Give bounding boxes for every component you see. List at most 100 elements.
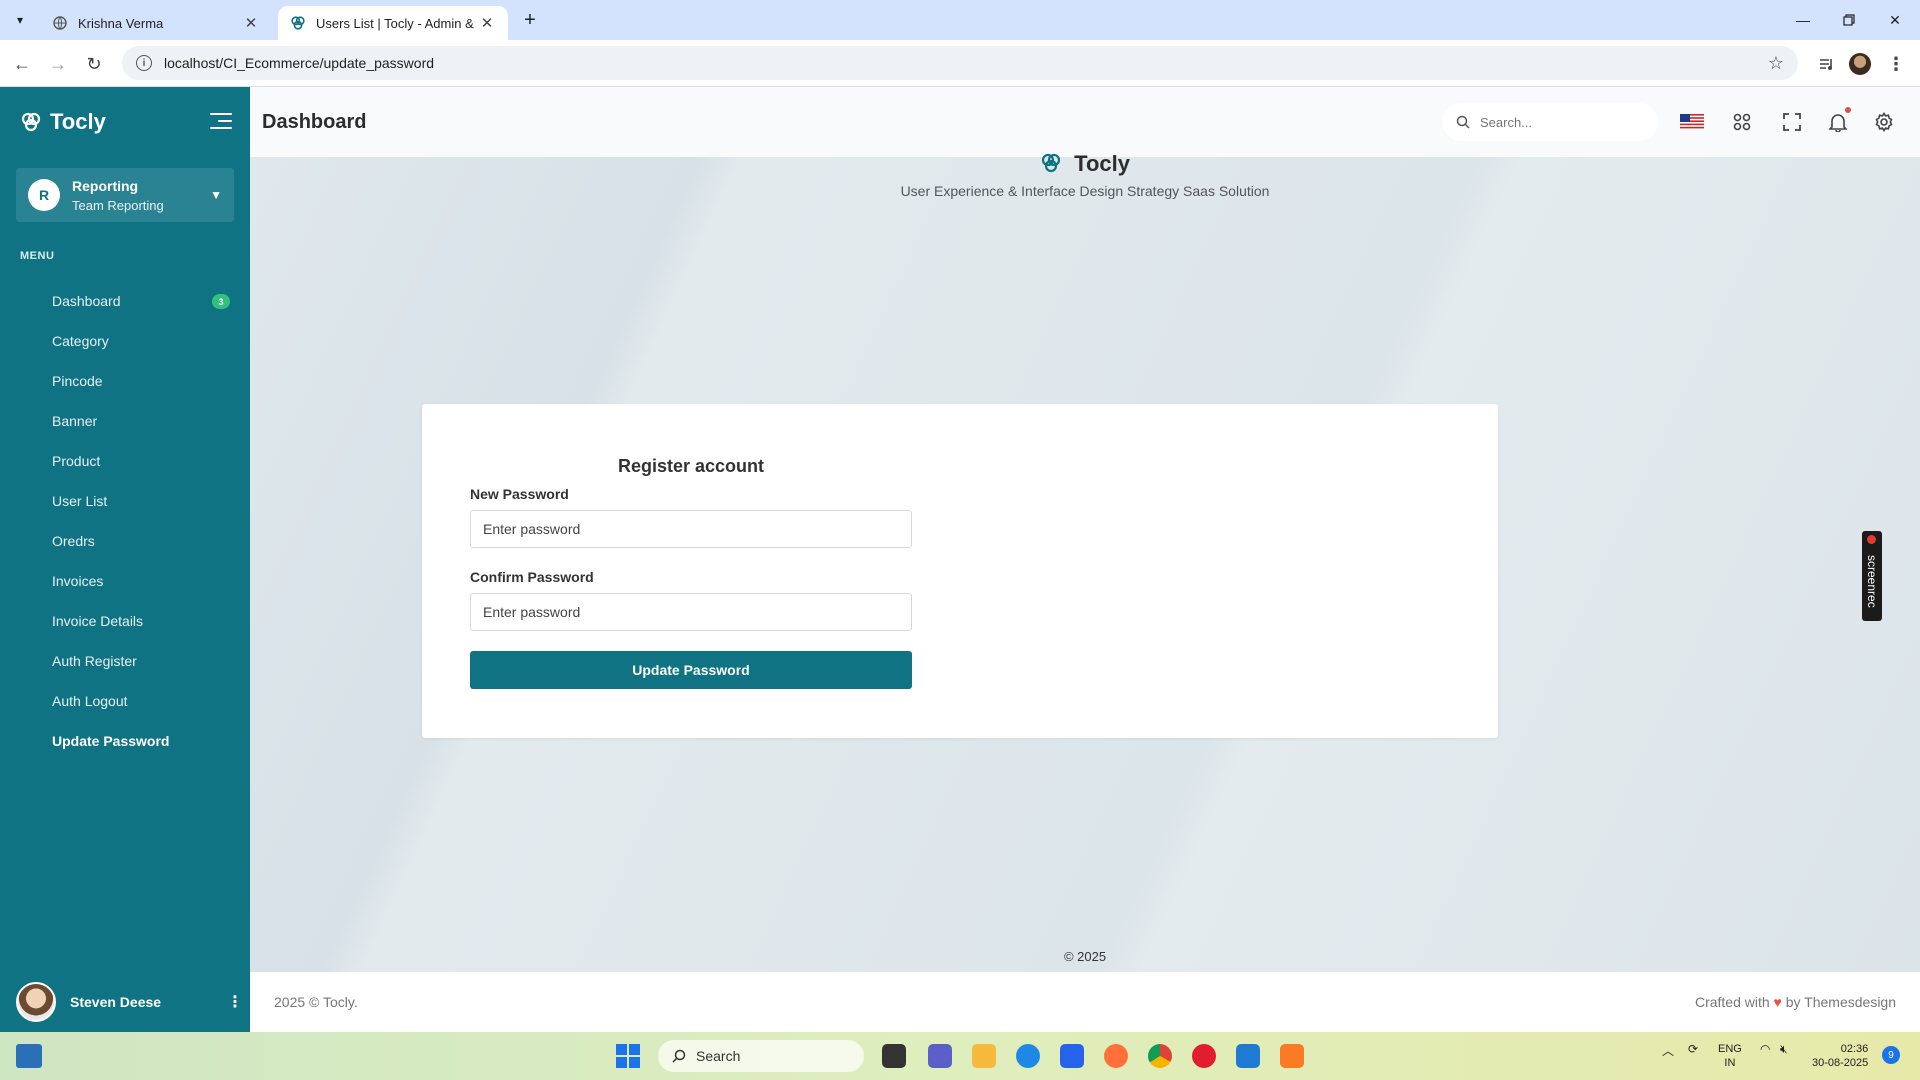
widgets-icon[interactable] <box>16 1044 42 1068</box>
form-title: Register account <box>617 456 765 476</box>
sidebar-item-category[interactable]: Category <box>0 321 250 361</box>
file-explorer-dark-icon[interactable] <box>882 1044 906 1068</box>
chrome-icon[interactable] <box>1148 1044 1172 1068</box>
fullscreen-icon[interactable] <box>1780 110 1804 134</box>
menu-toggle-icon[interactable] <box>210 113 232 131</box>
lang-code: ENG <box>1718 1043 1742 1055</box>
opera-icon[interactable] <box>1192 1044 1216 1068</box>
screenrec-label: screenrec <box>1865 554 1879 608</box>
more-vertical-icon[interactable]: ⋮ <box>220 992 250 1012</box>
center-copyright: © 2025 <box>1063 949 1107 964</box>
menu-section-label: MENU <box>20 250 55 262</box>
tray-sync-icon[interactable]: ⟳ <box>1688 1042 1698 1056</box>
main-content: Tocly User Experience & Interface Design… <box>250 151 1920 972</box>
update-password-card: Register account New Password Confirm Pa… <box>422 404 1498 738</box>
browser-menu-icon[interactable]: ⋮ <box>1882 50 1910 78</box>
sidebar-item-auth-register[interactable]: Auth Register <box>0 641 250 681</box>
profile-avatar[interactable] <box>1846 50 1874 78</box>
apps-grid-icon[interactable] <box>1730 110 1754 134</box>
team-avatar: R <box>28 179 60 211</box>
media-control-icon[interactable] <box>1812 50 1840 78</box>
forward-arrow-icon[interactable]: → <box>44 50 72 78</box>
sidebar-item-label: Update Password <box>52 733 170 749</box>
windows-start-icon[interactable] <box>616 1044 640 1068</box>
header-search[interactable] <box>1442 103 1658 141</box>
sidebar-item-label: Oredrs <box>52 533 95 549</box>
notification-count-badge[interactable]: 9 <box>1882 1046 1900 1064</box>
heart-icon: ♥ <box>1773 994 1782 1010</box>
reload-icon[interactable]: ↻ <box>80 50 108 78</box>
taskbar-search[interactable]: Search <box>658 1040 864 1072</box>
language-flag-icon[interactable] <box>1680 110 1704 134</box>
store-icon[interactable] <box>1060 1044 1084 1068</box>
close-icon[interactable]: ✕ <box>478 14 496 32</box>
firefox-icon[interactable] <box>1104 1044 1128 1068</box>
sidebar-item-invoices[interactable]: Invoices <box>0 561 250 601</box>
sidebar-item-pincode[interactable]: Pincode <box>0 361 250 401</box>
os-taskbar: Search ︿ ⟳ ENG IN ◠ 🔇︎ 02:36 30-08-2025 … <box>0 1032 1920 1080</box>
user-name: Steven Deese <box>70 994 162 1010</box>
confirm-password-label: Confirm Password <box>470 569 594 585</box>
footer-credits-suffix: by Themesdesign <box>1785 994 1896 1010</box>
screenrec-widget[interactable]: screenrec <box>1862 531 1882 621</box>
settings-gear-icon[interactable] <box>1872 110 1896 134</box>
hero-tagline: User Experience & Interface Design Strat… <box>900 183 1270 199</box>
sidebar-item-product[interactable]: Product <box>0 441 250 481</box>
sidebar-item-dashboard[interactable]: Dashboard 3 <box>0 281 250 321</box>
new-tab-button[interactable]: + <box>518 8 542 32</box>
chevron-down-icon: ▼ <box>210 188 222 202</box>
sidebar-menu: Dashboard 3 Category Pincode Banner Prod… <box>0 281 250 761</box>
brand-logo[interactable]: Tocly <box>20 109 106 135</box>
system-clock[interactable]: 02:36 30-08-2025 <box>1812 1042 1868 1070</box>
sidebar-item-user-list[interactable]: User List <box>0 481 250 521</box>
tab-title: Krishna Verma <box>78 15 164 31</box>
browser-tab-users-list[interactable]: Users List | Tocly - Admin & Da ✕ <box>278 6 508 40</box>
sidebar-item-label: Category <box>52 333 109 349</box>
tab-title: Users List | Tocly - Admin & Da <box>316 15 478 31</box>
tab-search-icon[interactable]: ▾ <box>8 8 32 32</box>
team-subtitle: Team Reporting <box>72 197 164 213</box>
vscode-icon[interactable] <box>1236 1044 1260 1068</box>
folder-icon[interactable] <box>972 1044 996 1068</box>
sidebar-item-orders[interactable]: Oredrs <box>0 521 250 561</box>
sidebar-item-invoice-details[interactable]: Invoice Details <box>0 601 250 641</box>
notification-bell-icon[interactable] <box>1826 107 1851 134</box>
window-close-icon[interactable]: ✕ <box>1872 6 1918 34</box>
browser-tab-krishna[interactable]: Krishna Verma ✕ <box>40 6 272 40</box>
language-indicator[interactable]: ENG IN <box>1718 1042 1742 1070</box>
lang-region: IN <box>1724 1057 1736 1069</box>
sidebar-item-update-password[interactable]: Update Password <box>0 721 250 761</box>
search-input[interactable] <box>1480 114 1630 130</box>
update-password-button[interactable]: Update Password <box>470 651 912 689</box>
team-switcher[interactable]: R Reporting Team Reporting ▼ <box>16 168 234 222</box>
bookmark-star-icon[interactable]: ☆ <box>1768 53 1784 74</box>
confirm-password-input[interactable] <box>470 593 912 631</box>
wifi-icon[interactable]: ◠ <box>1760 1042 1770 1056</box>
back-arrow-icon[interactable]: ← <box>8 50 36 78</box>
sidebar-item-auth-logout[interactable]: Auth Logout <box>0 681 250 721</box>
close-icon[interactable]: ✕ <box>242 14 260 32</box>
site-info-icon[interactable]: i <box>136 55 152 71</box>
new-password-input[interactable] <box>470 510 912 548</box>
edge-icon[interactable] <box>1016 1044 1040 1068</box>
sidebar: Tocly R Reporting Team Reporting ▼ MENU … <box>0 87 250 1032</box>
sidebar-item-label: User List <box>52 493 108 509</box>
page-header: Dashboard <box>250 87 1920 157</box>
search-icon <box>672 1049 686 1063</box>
footer-copyright: 2025 © Tocly. <box>274 994 358 1010</box>
tray-chevron-up-icon[interactable]: ︿ <box>1662 1042 1674 1059</box>
sidebar-item-banner[interactable]: Banner <box>0 401 250 441</box>
sidebar-item-label: Banner <box>52 413 98 429</box>
sidebar-user[interactable]: Steven Deese ⋮ <box>0 972 250 1032</box>
new-password-label: New Password <box>470 486 569 502</box>
user-avatar <box>16 982 56 1022</box>
teams-icon[interactable] <box>928 1044 952 1068</box>
xampp-icon[interactable] <box>1280 1044 1304 1068</box>
tocly-logo-icon <box>21 112 41 132</box>
page-title: Dashboard <box>262 111 367 133</box>
minimize-icon[interactable]: — <box>1780 6 1826 34</box>
address-bar[interactable]: i localhost/CI_Ecommerce/update_password… <box>122 46 1798 80</box>
sidebar-item-label: Dashboard <box>52 293 121 309</box>
restore-icon[interactable] <box>1826 6 1872 34</box>
volume-muted-icon[interactable]: 🔇︎ <box>1780 1042 1788 1057</box>
